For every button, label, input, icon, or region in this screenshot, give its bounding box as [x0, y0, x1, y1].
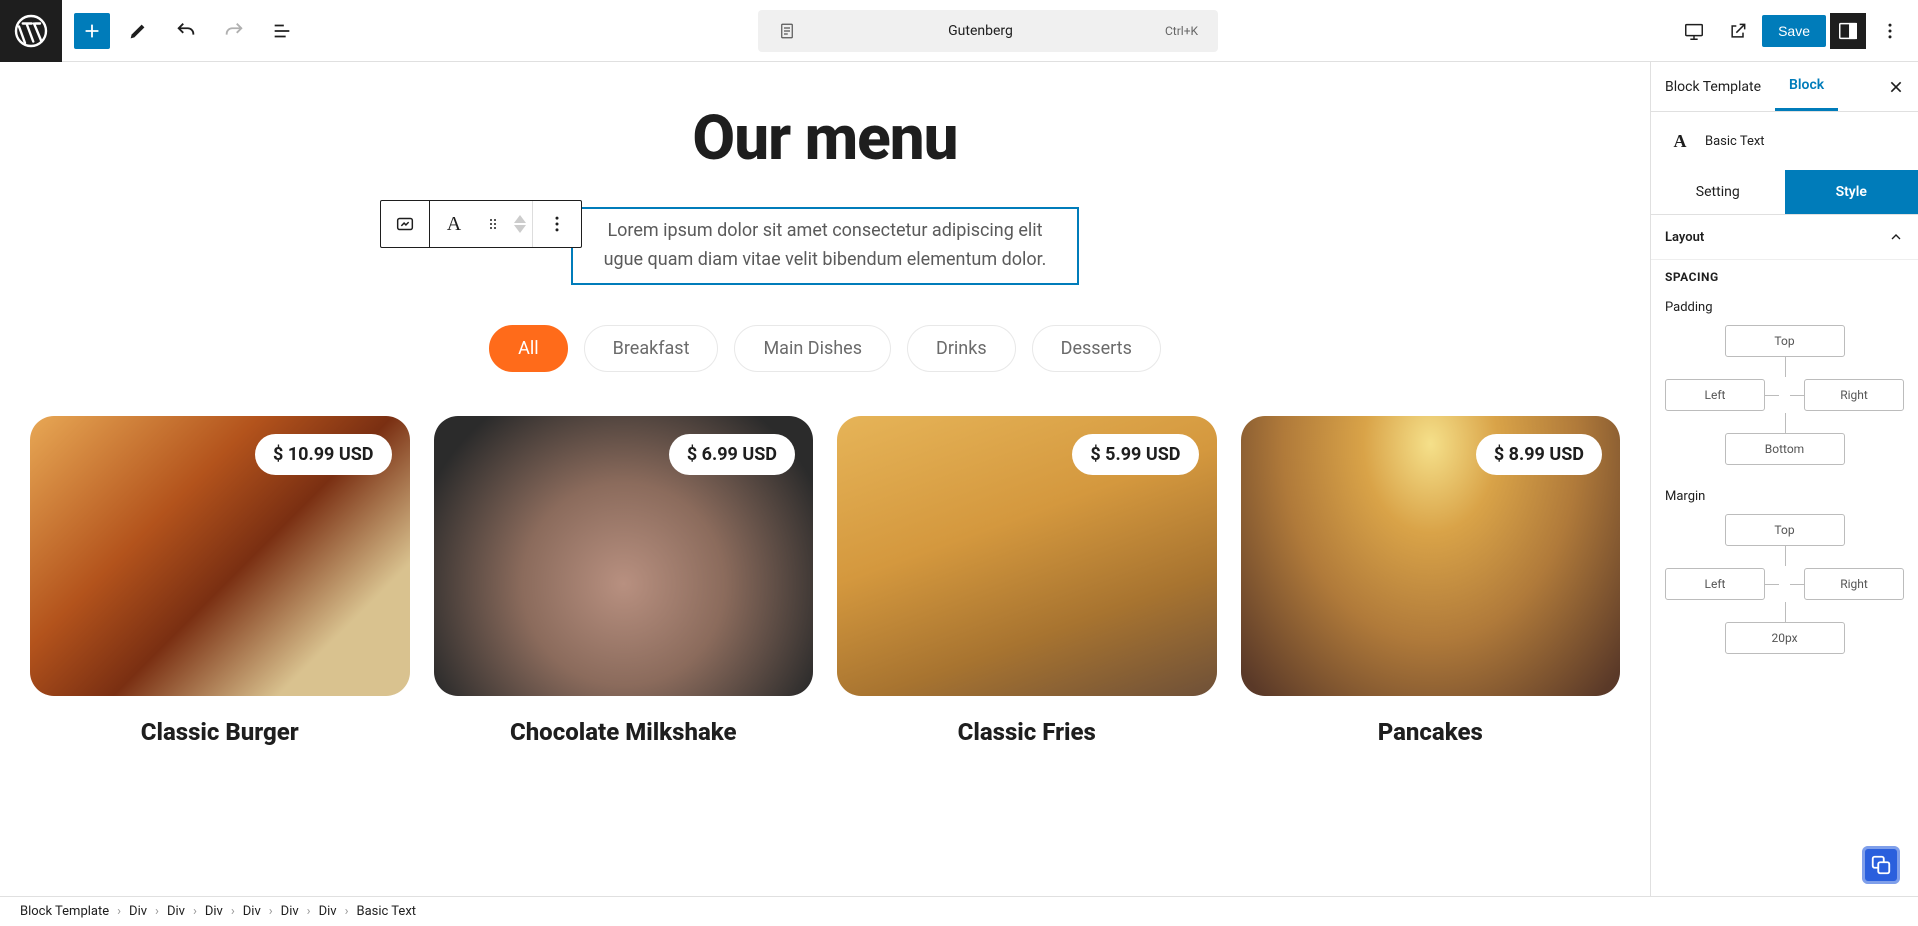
crumb[interactable]: Div — [205, 904, 223, 919]
menu-card-title: Classic Fries — [837, 718, 1217, 746]
main-area: Our menu Lorem ipsum dolor sit amet cons… — [0, 62, 1918, 896]
menu-card-title: Classic Burger — [30, 718, 410, 746]
tab-block-template[interactable]: Block Template — [1651, 62, 1775, 111]
menu-grid: $ 10.99 USD Classic Burger $ 6.99 USD Ch… — [30, 416, 1620, 746]
padding-right-input[interactable]: Right — [1804, 379, 1904, 411]
block-type-icon[interactable]: A — [430, 201, 478, 247]
top-toolbar: Gutenberg Ctrl+K Save — [0, 0, 1918, 62]
margin-left-input[interactable]: Left — [1665, 568, 1765, 600]
margin-label: Margin — [1651, 489, 1918, 514]
block-breadcrumb: Block Template › Div › Div › Div › Div › Div ›… — [0, 896, 1918, 926]
settings-sidebar: Block Template Block A Basic Text Settin… — [1650, 62, 1918, 896]
toolbar-right-group: Save — [1674, 11, 1918, 51]
chevron-right-icon: › — [193, 904, 197, 919]
crumb[interactable]: Block Template — [20, 904, 109, 919]
shortcut-hint: Ctrl+K — [1165, 24, 1198, 38]
chevron-right-icon: › — [307, 904, 311, 919]
options-menu-icon[interactable] — [1870, 11, 1910, 51]
menu-card[interactable]: $ 10.99 USD Classic Burger — [30, 416, 410, 746]
subtab-setting[interactable]: Setting — [1651, 170, 1785, 214]
padding-label: Padding — [1651, 300, 1918, 325]
menu-card-image: $ 5.99 USD — [837, 416, 1217, 696]
add-block-button[interactable] — [74, 13, 110, 49]
menu-card[interactable]: $ 8.99 USD Pancakes — [1241, 416, 1621, 746]
chevron-right-icon: › — [345, 904, 349, 919]
menu-card-title: Pancakes — [1241, 718, 1621, 746]
menu-card-image: $ 6.99 USD — [434, 416, 814, 696]
menu-card-title: Chocolate Milkshake — [434, 718, 814, 746]
spacing-heading: SPACING — [1651, 260, 1918, 300]
sidebar-toggle-icon[interactable] — [1830, 13, 1866, 49]
padding-bottom-input[interactable]: Bottom — [1725, 433, 1845, 465]
menu-card-image: $ 8.99 USD — [1241, 416, 1621, 696]
price-badge: $ 6.99 USD — [669, 434, 795, 475]
block-options-icon[interactable] — [533, 201, 581, 247]
subtab-style[interactable]: Style — [1785, 170, 1918, 214]
block-type-label: Basic Text — [1705, 134, 1765, 149]
text-block-icon: A — [1667, 128, 1693, 154]
crumb[interactable]: Div — [167, 904, 185, 919]
selected-text-block[interactable]: Lorem ipsum dolor sit amet consectetur a… — [571, 207, 1079, 285]
toolbar-center: Gutenberg Ctrl+K — [302, 10, 1674, 52]
block-parent-select-icon[interactable] — [381, 201, 429, 247]
redo-icon[interactable] — [214, 11, 254, 51]
plugin-badge-icon[interactable] — [1862, 846, 1900, 884]
wordpress-logo[interactable] — [0, 0, 62, 62]
chevron-right-icon: › — [231, 904, 235, 919]
chevron-right-icon: › — [269, 904, 273, 919]
price-badge: $ 10.99 USD — [255, 434, 391, 475]
close-sidebar-icon[interactable] — [1874, 79, 1918, 95]
document-outline-icon[interactable] — [262, 11, 302, 51]
chevron-right-icon: › — [117, 904, 121, 919]
margin-right-input[interactable]: Right — [1804, 568, 1904, 600]
padding-top-input[interactable]: Top — [1725, 325, 1845, 357]
menu-card[interactable]: $ 6.99 USD Chocolate Milkshake — [434, 416, 814, 746]
padding-box-model: Top Left Right Bottom — [1665, 325, 1904, 465]
margin-box-model: Top Left Right 20px — [1665, 514, 1904, 654]
padding-left-input[interactable]: Left — [1665, 379, 1765, 411]
chevron-up-icon — [1888, 229, 1904, 245]
block-toolbar: A — [380, 200, 582, 248]
document-title-bar[interactable]: Gutenberg Ctrl+K — [758, 10, 1218, 52]
margin-top-input[interactable]: Top — [1725, 514, 1845, 546]
crumb[interactable]: Basic Text — [356, 904, 416, 919]
panel-layout-header[interactable]: Layout — [1651, 215, 1918, 260]
move-up-down[interactable] — [508, 214, 532, 234]
drag-handle-icon[interactable] — [478, 201, 508, 247]
tab-desserts[interactable]: Desserts — [1032, 325, 1161, 372]
external-preview-icon[interactable] — [1718, 11, 1758, 51]
price-badge: $ 8.99 USD — [1476, 434, 1602, 475]
margin-bottom-input[interactable]: 20px — [1725, 622, 1845, 654]
tab-drinks[interactable]: Drinks — [907, 325, 1016, 372]
toolbar-left-group — [62, 11, 302, 51]
block-type-row: A Basic Text — [1651, 112, 1918, 170]
panel-layout-label: Layout — [1665, 230, 1704, 245]
menu-card[interactable]: $ 5.99 USD Classic Fries — [837, 416, 1217, 746]
tab-all[interactable]: All — [489, 325, 568, 372]
menu-card-image: $ 10.99 USD — [30, 416, 410, 696]
editor-canvas[interactable]: Our menu Lorem ipsum dolor sit amet cons… — [0, 62, 1650, 896]
sidebar-tabs: Block Template Block — [1651, 62, 1918, 112]
crumb[interactable]: Div — [243, 904, 261, 919]
crumb[interactable]: Div — [281, 904, 299, 919]
page-icon — [778, 22, 796, 40]
crumb[interactable]: Div — [129, 904, 147, 919]
tab-main-dishes[interactable]: Main Dishes — [734, 325, 891, 372]
tab-breakfast[interactable]: Breakfast — [584, 325, 719, 372]
undo-icon[interactable] — [166, 11, 206, 51]
menu-filter-tabs: All Breakfast Main Dishes Drinks Dessert… — [30, 325, 1620, 372]
sidebar-subtabs: Setting Style — [1651, 170, 1918, 215]
view-desktop-icon[interactable] — [1674, 11, 1714, 51]
edit-tool-icon[interactable] — [118, 11, 158, 51]
tab-block[interactable]: Block — [1775, 62, 1838, 111]
hero-title[interactable]: Our menu — [30, 102, 1620, 175]
crumb[interactable]: Div — [319, 904, 337, 919]
chevron-right-icon: › — [155, 904, 159, 919]
document-title: Gutenberg — [808, 23, 1153, 39]
save-button[interactable]: Save — [1762, 15, 1826, 47]
price-badge: $ 5.99 USD — [1072, 434, 1198, 475]
